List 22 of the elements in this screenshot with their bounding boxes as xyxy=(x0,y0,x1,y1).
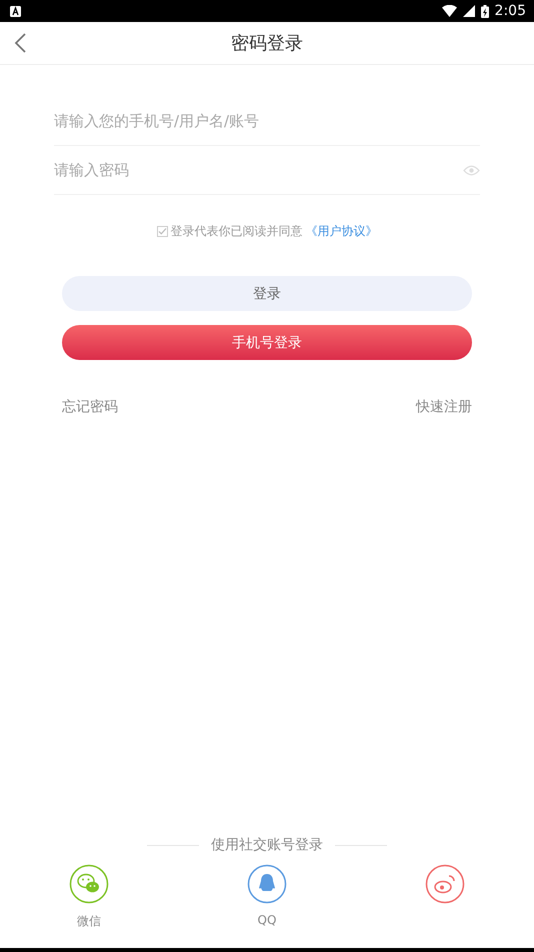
agreement-text: 登录代表你已阅读并同意 xyxy=(170,223,302,240)
eye-swirl-icon[interactable] xyxy=(425,864,465,904)
social-label: 微信 xyxy=(77,913,101,930)
social-label: QQ xyxy=(258,913,276,927)
forgot-password-link[interactable]: 忘记密码 xyxy=(62,398,118,416)
signal-icon xyxy=(462,5,475,17)
login-button[interactable]: 登录 xyxy=(62,276,472,311)
chat-bubbles-icon[interactable] xyxy=(69,864,109,904)
social-login-title: 使用社交账号登录 xyxy=(211,836,323,854)
status-time: 2:05 xyxy=(494,3,526,19)
penguin-icon[interactable] xyxy=(247,864,287,904)
user-agreement-link[interactable]: 《用户协议》 xyxy=(306,223,378,240)
register-link[interactable]: 快速注册 xyxy=(416,398,472,416)
phone-login-button[interactable]: 手机号登录 xyxy=(62,325,472,360)
account-field[interactable]: 请输入您的手机号/用户名/账号 xyxy=(54,112,480,130)
back-icon[interactable] xyxy=(14,33,28,53)
agreement-checkbox[interactable] xyxy=(156,226,168,237)
notification-icon xyxy=(10,6,21,16)
wifi-icon xyxy=(442,5,457,17)
page-title: 密码登录 xyxy=(231,32,303,55)
password-field[interactable]: 请输入密码 xyxy=(54,161,463,179)
battery-icon xyxy=(480,4,489,18)
